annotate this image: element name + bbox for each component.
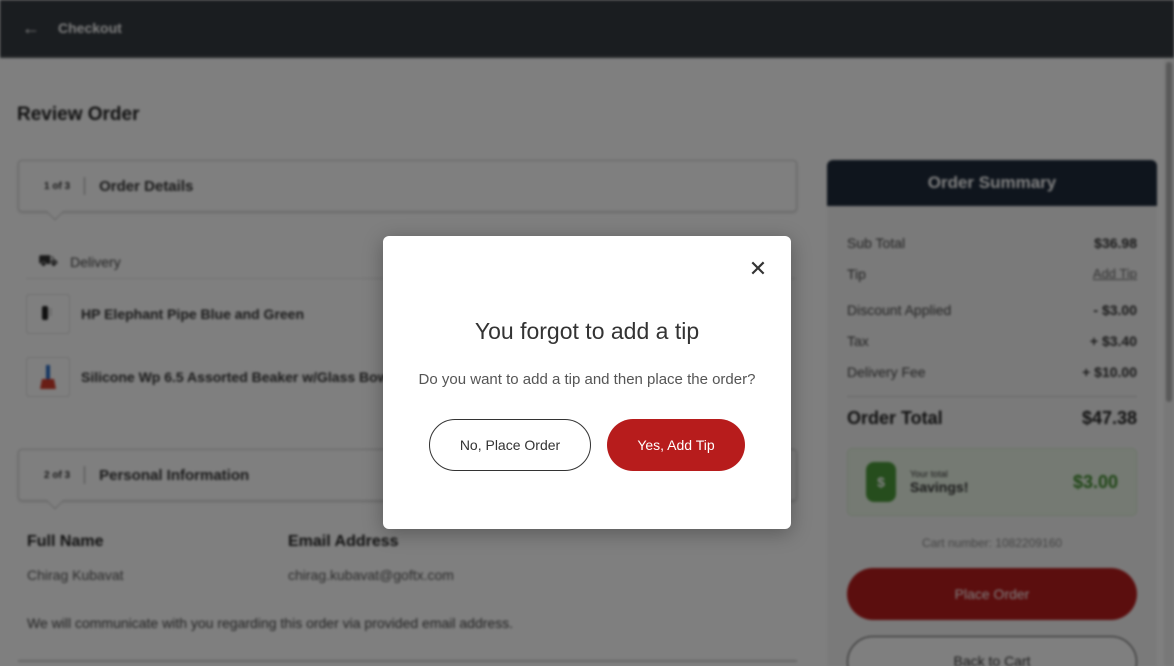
close-icon[interactable]: ✕ [747,258,769,280]
dialog-message: Do you want to add a tip and then place … [418,371,756,388]
tip-reminder-dialog: ✕ You forgot to add a tip Do you want to… [383,236,791,529]
yes-add-tip-button[interactable]: Yes, Add Tip [607,419,745,471]
dialog-title: You forgot to add a tip [474,318,700,344]
no-place-order-button[interactable]: No, Place Order [429,419,591,471]
